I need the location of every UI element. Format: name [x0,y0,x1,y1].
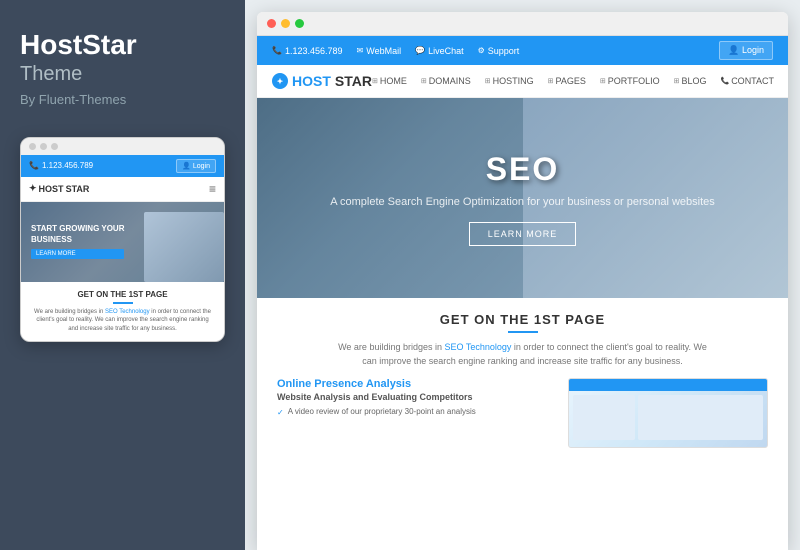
below-section-title: GET ON THE 1ST PAGE [277,312,768,327]
desktop-support[interactable]: ⚙ Support [478,46,520,56]
desktop-navbar: ✦ HOSTSTAR ⊞ HOME ⊞ DOMAINS ⊞ HOSTING [257,65,788,98]
contact-icon: 📞 [720,77,729,85]
mobile-topbar: 📞 1.123.456.789 👤 Login [21,155,224,177]
right-panel: 📞 1.123.456.789 ✉ WebMail 💬 LiveChat ⚙ S… [245,0,800,550]
mobile-logo: ✦ HOSTSTAR [29,183,89,194]
desktop-livechat[interactable]: 💬 LiveChat [415,46,464,56]
blog-icon: ⊞ [674,77,680,85]
window-minimize-dot [281,19,290,28]
hero-title: SEO [330,151,715,188]
desktop-nav: ⊞ HOME ⊞ DOMAINS ⊞ HOSTING ⊞ PAGES ⊞ P [372,76,774,86]
left-panel: HostStar Theme By Fluent-Themes 📞 1.123.… [0,0,245,550]
mobile-navbar: ✦ HOSTSTAR ≡ [21,177,224,202]
hamburger-icon[interactable]: ≡ [209,182,216,196]
hosting-icon: ⊞ [485,77,491,85]
window-close-dot [267,19,276,28]
below-seo-link[interactable]: SEO Technology [445,342,512,352]
pages-icon: ⊞ [548,77,554,85]
check-icon: ✓ [277,407,284,418]
below-right-col [568,378,768,448]
mobile-description: We are building bridges in SEO Technolog… [31,308,214,333]
nav-pages[interactable]: ⊞ PAGES [548,76,586,86]
screenshot-col-2 [638,395,763,440]
mobile-preview: 📞 1.123.456.789 👤 Login ✦ HOSTSTAR ≡ STA… [20,137,225,342]
mobile-phone: 📞 1.123.456.789 [29,161,93,170]
mobile-hero-title: START GROWING YOUR BUSINESS [31,224,124,245]
user-icon: 👤 [182,163,191,170]
mobile-hero-button[interactable]: LEARN MORE [31,249,124,259]
support-icon: ⚙ [478,46,485,55]
nav-home[interactable]: ⊞ HOME [372,76,407,86]
mobile-dot-1 [29,143,36,150]
screenshot-col-1 [573,395,635,440]
mobile-login-button[interactable]: 👤 Login [176,159,216,173]
desktop-below-hero: GET ON THE 1ST PAGE We are building brid… [257,298,788,550]
nav-portfolio[interactable]: ⊞ PORTFOLIO [600,76,660,86]
phone-icon: 📞 [29,161,39,170]
desktop-phone: 📞 1.123.456.789 [272,46,343,56]
online-presence-title: Online Presence Analysis [277,378,553,390]
mobile-titlebar [21,138,224,155]
below-feature-list: ✓ A video review of our proprietary 30-p… [277,406,553,418]
domains-icon: ⊞ [421,77,427,85]
logo-icon-blue: ✦ [29,183,37,194]
chat-icon: 💬 [415,46,425,55]
screenshot-content [569,391,767,444]
desktop-preview-window: 📞 1.123.456.789 ✉ WebMail 💬 LiveChat ⚙ S… [257,12,788,550]
preview-screenshot [568,378,768,448]
app-title: HostStar [20,30,137,61]
mobile-seo-link[interactable]: SEO Technology [105,309,150,315]
mobile-hero-people [144,212,224,282]
mobile-divider [113,302,133,304]
mobile-section-title: GET ON THE 1ST PAGE [31,290,214,299]
logo-icon: ✦ [272,73,288,89]
window-titlebar [257,12,788,36]
app-author: By Fluent-Themes [20,92,126,107]
nav-blog[interactable]: ⊞ BLOG [674,76,707,86]
mobile-hero-content: START GROWING YOUR BUSINESS LEARN MORE [31,224,124,259]
app-subtitle: Theme [20,63,82,86]
home-icon: ⊞ [372,77,378,85]
phone-icon: 📞 [272,46,282,55]
nav-domains[interactable]: ⊞ DOMAINS [421,76,471,86]
window-maximize-dot [295,19,304,28]
desktop-hero: SEO A complete Search Engine Optimizatio… [257,98,788,298]
desktop-logo: ✦ HOSTSTAR [272,73,372,89]
hero-subtitle: A complete Search Engine Optimization fo… [330,196,715,208]
nav-hosting[interactable]: ⊞ HOSTING [485,76,534,86]
desktop-login-button[interactable]: 👤 Login [719,41,773,60]
mobile-hero: START GROWING YOUR BUSINESS LEARN MORE [21,202,224,282]
below-columns: Online Presence Analysis Website Analysi… [277,378,768,448]
mobile-content: GET ON THE 1ST PAGE We are building brid… [21,282,224,341]
screenshot-topbar [569,379,767,391]
mobile-dot-2 [40,143,47,150]
below-col-subtitle: Website Analysis and Evaluating Competit… [277,392,553,402]
desktop-contact-info: 📞 1.123.456.789 ✉ WebMail 💬 LiveChat ⚙ S… [272,46,519,56]
desktop-topbar: 📞 1.123.456.789 ✉ WebMail 💬 LiveChat ⚙ S… [257,36,788,65]
user-icon: 👤 [728,45,739,55]
hero-content: SEO A complete Search Engine Optimizatio… [330,151,715,246]
below-description: We are building bridges in SEO Technolog… [333,341,713,368]
desktop-webmail[interactable]: ✉ WebMail [357,46,402,56]
hero-cta-button[interactable]: LEARN MORE [469,222,577,246]
nav-contact[interactable]: 📞 CONTACT [720,76,774,86]
mobile-dot-3 [51,143,58,150]
below-divider [508,331,538,333]
below-left-col: Online Presence Analysis Website Analysi… [277,378,553,420]
webmail-icon: ✉ [357,46,364,55]
portfolio-icon: ⊞ [600,77,606,85]
list-item: ✓ A video review of our proprietary 30-p… [277,406,553,418]
